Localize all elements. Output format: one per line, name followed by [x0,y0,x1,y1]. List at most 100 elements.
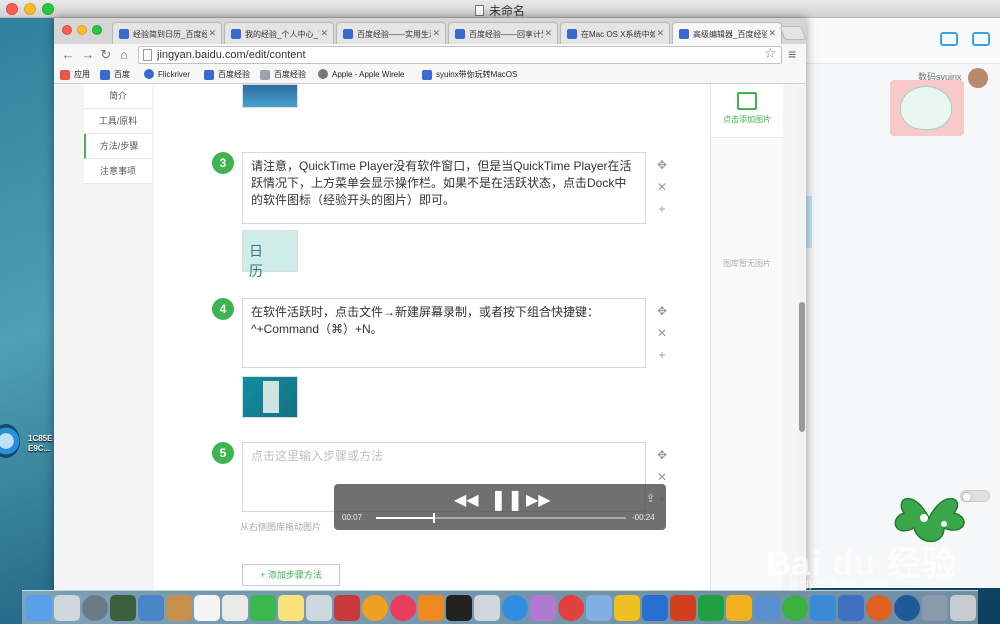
help-icon[interactable] [54,595,80,621]
tab-6-active[interactable]: 高级编辑器_百度经验 ✕ [672,22,782,44]
paper-plane-icon[interactable] [558,595,584,621]
xcode-icon[interactable] [530,595,556,621]
photo-booth-icon[interactable] [334,595,360,621]
chrome-icon[interactable] [782,595,808,621]
delete-icon[interactable]: ✕ [654,176,670,198]
notes-icon[interactable] [278,595,304,621]
elapsed-time: 00:07 [342,513,363,522]
tab-5[interactable]: 在Mac OS X系统中如 ✕ [560,22,670,44]
firefox-icon[interactable] [866,595,892,621]
pages-icon[interactable] [614,595,640,621]
tab-3[interactable]: 百度经验——实用生活 ✕ [336,22,446,44]
trash-icon[interactable] [950,595,976,621]
scrollbar[interactable] [798,84,806,590]
move-icon[interactable]: ✥ [654,300,670,322]
bookmark-star-icon[interactable]: ☆ [764,45,777,62]
share-icon[interactable]: ⇪ [646,492,655,505]
browser-minimize-icon[interactable] [77,25,87,35]
excel-icon[interactable] [698,595,724,621]
tab-2[interactable]: 我的经验_个人中心_百 ✕ [224,22,334,44]
scroll-thumb[interactable] [799,302,805,432]
desktop-file[interactable]: 1C85E E9C... [0,424,60,460]
forward-icon[interactable]: → [80,47,96,63]
timeline-scrubber[interactable] [376,513,626,523]
tab-4[interactable]: 百度经验——回享计划 ✕ [448,22,558,44]
delete-icon[interactable]: ✕ [654,322,670,344]
bookmark-flickriver[interactable]: Flickriver [144,69,190,79]
messages-icon[interactable] [250,595,276,621]
calendar-icon[interactable] [194,595,220,621]
word-icon[interactable] [642,595,668,621]
pause-icon[interactable]: ❚❚ [490,487,524,512]
bookmark-folder-jingyan[interactable]: 百度经验 [260,69,306,80]
keynote-icon[interactable] [586,595,612,621]
finder-icon[interactable] [26,595,52,621]
tab-close-icon[interactable]: ✕ [432,28,440,39]
reminders-icon[interactable] [222,595,248,621]
launchpad-icon[interactable] [82,595,108,621]
powerpoint-icon[interactable] [670,595,696,621]
fast-forward-icon[interactable]: ▶▶ [526,490,551,510]
browser-zoom-icon[interactable] [92,25,102,35]
step-image-thumbnail[interactable]: 日 历 [242,230,298,279]
tab-close-icon[interactable]: ✕ [320,28,328,39]
bookmark-syuinx[interactable]: syuinx带你玩转MacOS [422,69,517,80]
avatar[interactable] [968,68,988,88]
onenote-icon[interactable] [754,595,780,621]
tab-1[interactable]: 经验简到日历_百度经 ✕ [112,22,222,44]
move-icon[interactable]: ✥ [654,444,670,466]
address-bar[interactable]: jingyan.baidu.com/edit/content [138,46,782,64]
browser-close-icon[interactable] [62,25,72,35]
preview-icon[interactable] [138,595,164,621]
tab-close-icon[interactable]: ✕ [544,28,552,39]
move-icon[interactable]: ✥ [654,154,670,176]
bookmark-apple[interactable]: Apple - Apple Wirele [318,69,404,79]
bookmark-baidu-jingyan[interactable]: 百度经验 [204,69,250,80]
music-icon[interactable] [390,595,416,621]
image-capture-icon[interactable] [306,595,332,621]
qq-icon[interactable] [446,595,472,621]
downloads-icon[interactable] [922,595,948,621]
tab-close-icon[interactable]: ✕ [656,28,664,39]
chat-app-toolbar [806,18,1000,64]
nav-item-intro[interactable]: 简介 [84,84,152,109]
app-store-icon[interactable] [502,595,528,621]
add-image-button[interactable]: 点击添加图片 [711,84,783,138]
step-text-box[interactable]: 在软件活跃时，点击文件→新建屏幕录制，或者按下组合快捷键：^+Command（⌘… [242,298,646,368]
tab-close-icon[interactable]: ✕ [208,28,216,39]
bookmark-apps[interactable]: 应用 [60,69,90,80]
new-chat-icon[interactable] [940,32,958,46]
new-tab-button[interactable] [779,26,806,40]
photos-icon[interactable] [362,595,388,621]
rewind-icon[interactable]: ◀◀ [454,490,479,510]
network-icon[interactable] [810,595,836,621]
home-icon[interactable]: ⌂ [116,47,132,63]
outlook-icon[interactable] [726,595,752,621]
add-step-button[interactable]: + 添加步骤方法 [242,564,340,586]
step-image-thumbnail[interactable] [242,84,298,108]
menu-icon[interactable]: ≡ [788,46,796,62]
add-icon[interactable]: + [654,344,670,366]
nav-item-notes[interactable]: 注意事项 [84,159,152,184]
page-icon [143,49,152,61]
help-2-icon[interactable] [474,595,500,621]
nav-item-tools[interactable]: 工具/原料 [84,109,152,134]
ibooks-icon[interactable] [418,595,444,621]
mission-control-icon[interactable] [110,595,136,621]
contacts-icon[interactable] [166,595,192,621]
timeline-progress [376,517,434,519]
screenshot-icon[interactable] [838,595,864,621]
reload-icon[interactable]: ↻ [98,47,114,63]
step-text-box[interactable]: 请注意，QuickTime Player没有软件窗口，但是当QuickTime … [242,152,646,224]
back-icon[interactable]: ← [60,47,76,63]
nav-item-steps[interactable]: 方法/步骤 [84,134,152,159]
tab-close-icon[interactable]: ✕ [768,28,776,39]
bookmark-baidu[interactable]: 百度 [100,69,130,80]
add-icon[interactable]: + [654,198,670,220]
upload-icon[interactable] [972,32,990,46]
playhead[interactable] [432,513,435,523]
document-icon [474,5,484,16]
desktop-file-name: 1C85E [28,434,53,443]
quicktime-dock-icon[interactable] [894,595,920,621]
step-image-thumbnail[interactable] [242,376,298,418]
